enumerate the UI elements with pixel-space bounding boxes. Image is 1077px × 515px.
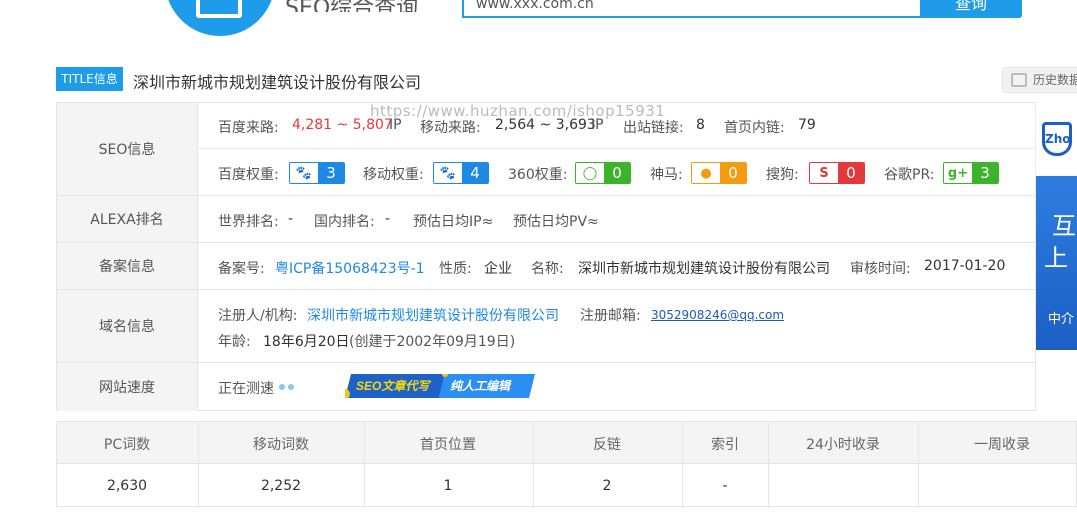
baidu-traffic-label: 百度来路: <box>218 120 279 136</box>
header-pc-keywords: PC词数 <box>103 437 151 453</box>
header-mobile-keywords: 移动词数 <box>253 437 309 453</box>
age-label: 年龄: <box>218 334 251 350</box>
360-weight-label: 360权重: <box>508 167 568 183</box>
keyword-stats-table: PC词数 移动词数 首页位置 反链 索引 24小时收录 一周收录 2,630 2… <box>56 421 1077 508</box>
header-index: 索引 <box>711 437 739 453</box>
watermark-text: https://www.huzhan.com/ishop15931 <box>370 102 666 120</box>
loading-dot <box>279 384 285 390</box>
shenma-badge[interactable]: ● 0 <box>691 162 747 184</box>
company-name-value: 深圳市新城市规划建筑设计股份有限公司 <box>578 261 830 277</box>
homepage-position-value: 1 <box>443 478 453 494</box>
icp-number-link[interactable]: 粤ICP备15068423号-1 <box>275 258 425 278</box>
world-rank-value: - <box>288 211 294 227</box>
registrant-label: 注册人/机构: <box>218 308 298 324</box>
review-time-label: 审核时间: <box>850 261 911 277</box>
index-value: - <box>722 478 728 494</box>
outbound-links-value[interactable]: 8 <box>696 117 705 133</box>
column-divider <box>364 422 365 508</box>
registrant-link[interactable]: 深圳市新城市规划建筑设计股份有限公司 <box>307 305 559 325</box>
title-badge: TITLE信息 <box>56 67 123 91</box>
column-divider <box>768 422 769 508</box>
google-pr-badge[interactable]: g+ 3 <box>943 162 999 184</box>
header-week-indexed: 一周收录 <box>974 437 1030 453</box>
column-divider <box>198 422 199 508</box>
monitor-icon <box>196 0 242 18</box>
side-ad-line2: 上 <box>1044 244 1068 272</box>
nature-label: 性质: <box>439 261 472 277</box>
homepage-links-label: 首页内链: <box>724 120 785 136</box>
promo-left-text: SEO文章代写 <box>356 379 431 393</box>
360-weight-badge[interactable]: ◯ 0 <box>575 162 631 184</box>
mobile-keywords-value[interactable]: 2,252 <box>261 478 301 494</box>
tool-title: SEO综合查询 <box>285 0 418 12</box>
email-label: 注册邮箱: <box>580 308 641 324</box>
sogou-label: 搜狗: <box>766 167 799 183</box>
stats-header-row <box>57 422 1076 464</box>
icp-row-label: 备案信息 <box>57 243 198 290</box>
baidu-weight-badge[interactable]: 🐾 3 <box>289 162 345 184</box>
header-homepage-position: 首页位置 <box>420 437 476 453</box>
domain-line <box>198 290 1035 363</box>
360-icon: ◯ <box>576 163 604 183</box>
age-value: 18年6月20日 <box>263 334 350 350</box>
daily-ip-label: 预估日均IP≈ <box>413 214 494 230</box>
side-ad-logo: Zho <box>1045 132 1071 146</box>
mobile-weight-badge[interactable]: 🐾 4 <box>433 162 489 184</box>
seo-article-promo-banner[interactable]: SEO文章代写 纯人工编辑 <box>345 374 535 398</box>
icp-number-label: 备案号: <box>218 261 265 277</box>
google-pr-label: 谷歌PR: <box>884 167 935 183</box>
database-icon <box>1011 73 1027 87</box>
homepage-links-value[interactable]: 79 <box>798 117 816 133</box>
history-button-label: 历史数据 <box>1033 73 1077 87</box>
backlinks-value[interactable]: 2 <box>603 478 612 494</box>
mobile-weight-label: 移动权重: <box>363 167 424 183</box>
search-button[interactable]: 查询 <box>920 0 1022 18</box>
column-divider <box>918 422 919 508</box>
column-divider <box>533 422 534 508</box>
header-24h-indexed: 24小时收录 <box>806 437 880 453</box>
loading-dot <box>288 384 294 390</box>
shenma-label: 神马: <box>650 167 683 183</box>
alexa-row-label: ALEXA排名 <box>57 196 198 243</box>
mobile-traffic-label: 移动来路: <box>420 120 481 136</box>
promo-right-text: 纯人工编辑 <box>450 379 512 393</box>
outbound-links-label: 出站链接: <box>623 120 684 136</box>
google-plus-icon: g+ <box>944 163 972 183</box>
domestic-rank-value: - <box>385 211 391 227</box>
sogou-icon: S <box>810 163 838 183</box>
created-date: (创建于2002年09月19日) <box>349 334 516 350</box>
world-rank-label: 世界排名: <box>218 214 279 230</box>
paw-icon: 🐾 <box>290 163 318 183</box>
header-backlinks: 反链 <box>593 437 621 453</box>
seo-info-table: SEO信息 百度来路: 4,281 ~ 5,807 IP 移动来路: 2,564… <box>56 102 1036 411</box>
side-ad-banner: 互 上 中介 <box>1036 176 1077 350</box>
email-link[interactable]: 3052908246@qq.com <box>651 308 784 322</box>
speed-row-label: 网站速度 <box>57 363 198 411</box>
search-input[interactable]: www.xxx.com.cn <box>462 0 922 18</box>
pc-keywords-value[interactable]: 2,630 <box>107 478 147 494</box>
side-advertisement[interactable]: Zho 互 上 中介 <box>1035 108 1077 350</box>
domain-row-label: 域名信息 <box>57 290 198 363</box>
history-data-button[interactable]: 历史数据 <box>1002 67 1077 93</box>
speed-status: 正在测速 <box>218 381 274 397</box>
site-title: 深圳市新城市规划建筑设计股份有限公司 <box>133 73 422 92</box>
shenma-icon: ● <box>692 163 720 183</box>
company-name-label: 名称: <box>531 261 564 277</box>
nature-value: 企业 <box>484 261 512 277</box>
baidu-weight-label: 百度权重: <box>218 167 279 183</box>
domestic-rank-label: 国内排名: <box>314 214 375 230</box>
side-ad-line1: 互 <box>1052 212 1076 240</box>
sogou-badge[interactable]: S 0 <box>809 162 865 184</box>
column-divider <box>682 422 683 508</box>
seo-row-label: SEO信息 <box>57 103 198 196</box>
paw-icon: 🐾 <box>434 163 462 183</box>
review-time-value: 2017-01-20 <box>924 258 1006 274</box>
side-ad-line3: 中介 <box>1048 312 1075 327</box>
daily-pv-label: 预估日均PV≈ <box>513 214 599 230</box>
